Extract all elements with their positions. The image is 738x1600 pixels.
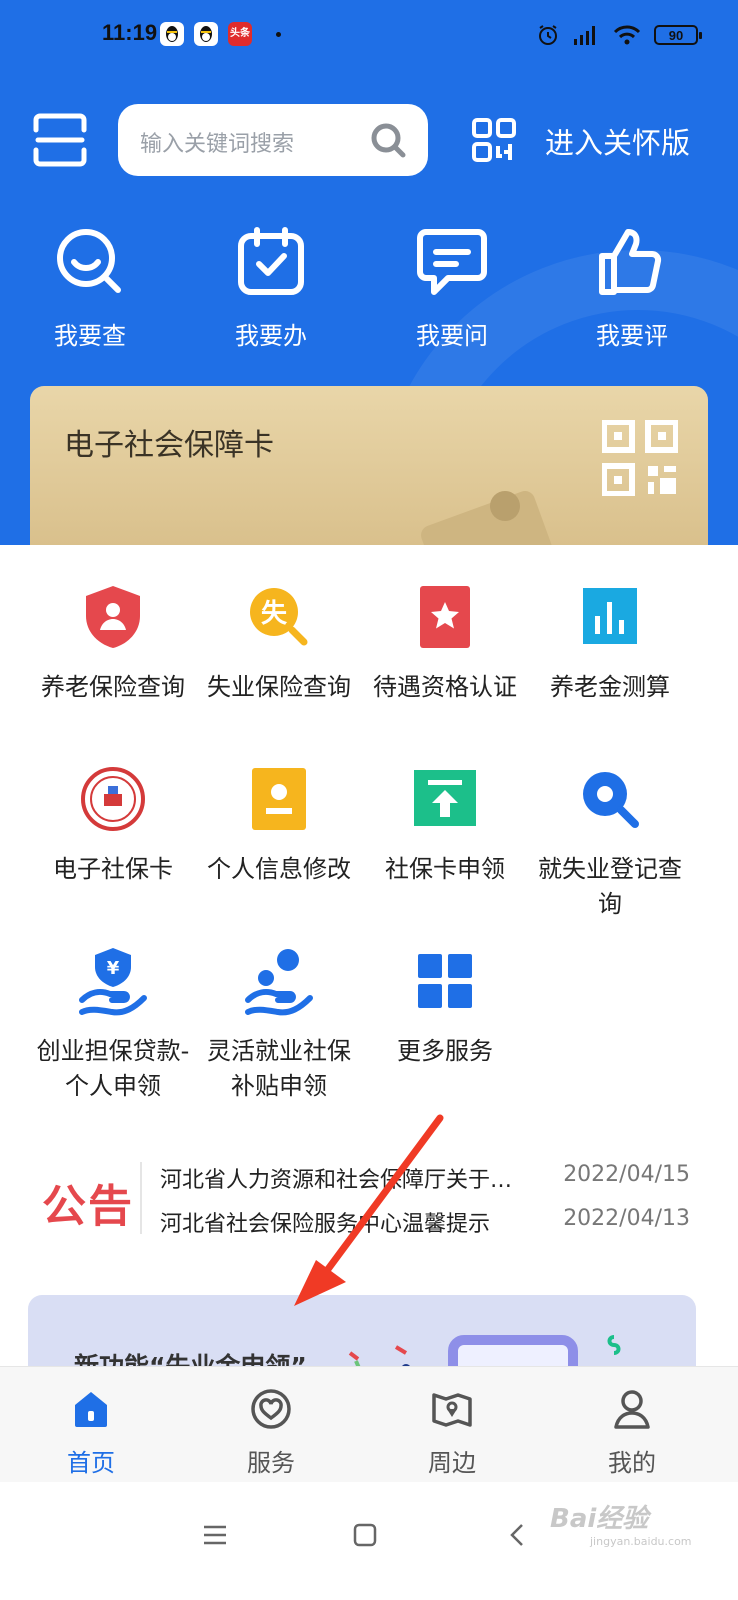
back-icon[interactable] (505, 1522, 531, 1548)
pension-shield-icon (86, 586, 140, 648)
tab-services[interactable]: 服务 (211, 1387, 331, 1478)
tab-home[interactable]: 首页 (31, 1387, 151, 1478)
service-label: 失业保险查询 (207, 673, 351, 701)
quick-action-label: 我要查 (54, 322, 126, 350)
person-card-icon (252, 768, 306, 830)
service-label: 更多服务 (397, 1037, 493, 1065)
qq-app-icon (160, 22, 184, 46)
tab-label: 我的 (608, 1449, 656, 1477)
tab-nearby[interactable]: 周边 (392, 1387, 512, 1478)
tab-label: 周边 (428, 1449, 476, 1477)
notice-divider (140, 1162, 142, 1234)
signal-icon (574, 26, 595, 45)
tab-label: 首页 (67, 1449, 115, 1477)
search-bar[interactable]: 输入关键词搜索 (118, 104, 428, 176)
svg-text:失: 失 (261, 599, 288, 629)
thumbs-up-icon (599, 229, 662, 295)
quick-action-query[interactable]: 我要查 (30, 222, 150, 351)
status-time: 11:19 (102, 20, 158, 45)
search-smile-icon (57, 229, 121, 293)
quick-action-label: 我要评 (596, 322, 668, 350)
status-right: 90 (536, 20, 702, 50)
service-label: 养老保险查询 (41, 673, 185, 701)
quick-action-rate[interactable]: 我要评 (572, 222, 692, 351)
magnifier-icon (583, 772, 639, 828)
search-placeholder: 输入关键词搜索 (140, 132, 295, 157)
card-title: 电子社会保障卡 (64, 428, 274, 463)
status-bar: 11:19 头条 90 (0, 0, 738, 72)
unemployment-search-icon: 失 (250, 588, 308, 646)
service-label: 社保卡申领 (385, 855, 505, 883)
annotation-arrow (294, 1114, 444, 1306)
service-label: 就失业登记查询 (538, 855, 682, 918)
social-security-seal-icon (81, 767, 145, 831)
quick-action-ask[interactable]: 我要问 (392, 222, 512, 351)
card-decoration-circle (490, 491, 520, 521)
wifi-icon (613, 25, 641, 45)
header-panel: 11:19 头条 90 输入关键词搜索 进入关怀版 我要查 我要办 我要问 我要… (0, 0, 738, 545)
service-personal-info-edit[interactable]: 个人信息修改 (199, 764, 359, 887)
certificate-star-icon (420, 586, 470, 648)
notification-dot (276, 32, 281, 37)
menu-icon[interactable] (202, 1522, 228, 1548)
home-icon (75, 1392, 107, 1427)
service-label: 创业担保贷款-个人申领 (36, 1037, 190, 1100)
map-pin-icon (432, 1393, 472, 1427)
service-label: 待遇资格认证 (373, 673, 517, 701)
care-mode-button[interactable]: 进入关怀版 (545, 120, 690, 162)
search-icon[interactable] (368, 120, 408, 160)
watermark-sub: jingyan.baidu.com (590, 1535, 692, 1548)
service-employment-registration[interactable]: 就失业登记查询 (530, 764, 690, 922)
home-square-icon[interactable] (352, 1522, 378, 1548)
service-flexible-subsidy[interactable]: 灵活就业社保补贴申领 (199, 946, 359, 1104)
tab-label: 服务 (247, 1449, 295, 1477)
quick-action-label: 我要办 (235, 322, 307, 350)
user-icon (614, 1390, 650, 1429)
svg-text:¥: ¥ (107, 958, 120, 979)
service-label: 个人信息修改 (207, 855, 351, 883)
service-card-application[interactable]: 社保卡申领 (365, 764, 525, 887)
service-pension-query[interactable]: 养老保险查询 (33, 582, 193, 705)
watermark-text: Bai经验 (550, 1504, 649, 1534)
subsidy-hand-icon (245, 949, 313, 1016)
service-more[interactable]: 更多服务 (365, 946, 525, 1069)
battery-indicator: 90 (654, 25, 702, 45)
service-unemployment-query[interactable]: 失 失业保险查询 (199, 582, 359, 705)
loan-hand-icon: ¥ (79, 948, 147, 1016)
bottom-navigation: 首页 服务 周边 我的 (0, 1366, 738, 1482)
notice-date: 2022/04/13 (563, 1206, 690, 1231)
quick-action-label: 我要问 (416, 322, 488, 350)
watermark: Bai经验 jingyan.baidu.com (550, 1498, 692, 1548)
bar-chart-icon (583, 588, 637, 644)
chat-bubble-icon (417, 229, 487, 295)
service-label: 灵活就业社保补贴申领 (207, 1037, 351, 1100)
calendar-check-icon (238, 227, 304, 295)
qr-code-icon[interactable] (602, 420, 678, 496)
toutiao-app-icon: 头条 (228, 22, 252, 46)
service-e-social-card[interactable]: 电子社保卡 (33, 764, 193, 887)
service-label: 养老金测算 (550, 673, 670, 701)
notice-date: 2022/04/15 (563, 1162, 690, 1187)
service-pension-calculator[interactable]: 养老金测算 (530, 582, 690, 705)
alarm-icon (539, 25, 557, 45)
notice-logo: 公告 (42, 1181, 134, 1232)
upload-arrow-icon (414, 770, 476, 826)
card-decoration (418, 488, 562, 545)
care-mode-icon[interactable] (470, 116, 518, 164)
grid-icon (418, 954, 472, 1008)
service-startup-loan[interactable]: ¥ 创业担保贷款-个人申领 (33, 946, 193, 1104)
heart-circle-icon (251, 1389, 291, 1429)
service-eligibility-cert[interactable]: 待遇资格认证 (365, 582, 525, 705)
tab-profile[interactable]: 我的 (572, 1387, 692, 1478)
qq-app-icon-2 (194, 22, 218, 46)
quick-action-handle[interactable]: 我要办 (211, 222, 331, 351)
service-label: 电子社保卡 (53, 855, 173, 883)
scan-icon[interactable] (30, 110, 90, 170)
social-security-card-banner[interactable]: 电子社会保障卡 (30, 386, 708, 545)
